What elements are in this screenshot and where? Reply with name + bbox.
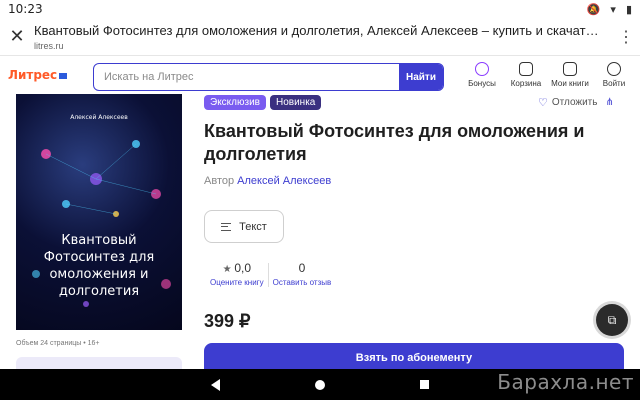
text-format-icon (221, 222, 232, 231)
status-icons: 🔕 ▾ ▮ (587, 3, 632, 16)
book-icon (563, 62, 577, 76)
nav-my-books[interactable]: Мои книги (548, 62, 592, 88)
format-text-button[interactable]: Текст (204, 210, 284, 243)
badge-new: Новинка (269, 95, 322, 110)
search-button[interactable]: Найти (399, 64, 443, 90)
browser-url-bar: ✕ Квантовый Фотосинтез для омоложения и … (0, 18, 640, 56)
browser-domain: litres.ru (34, 40, 64, 51)
recents-icon[interactable] (420, 380, 429, 389)
format-label: Текст (239, 220, 267, 233)
nav-bonuses-label: Бонусы (468, 79, 496, 88)
cover-author: Алексей Алексеев (70, 114, 128, 121)
reviews-caption: Оставить отзыв (272, 278, 332, 287)
mute-icon: 🔕 (586, 3, 601, 16)
author-link[interactable]: Алексей Алексеев (237, 175, 331, 187)
heart-icon: ♡ (538, 97, 548, 109)
cart-icon (519, 62, 533, 76)
nav-cart-label: Корзина (510, 79, 542, 88)
browser-title-block[interactable]: Квантовый Фотосинтез для омоложения и до… (34, 23, 604, 51)
rating-value: 0,0 (234, 261, 252, 275)
floating-action-button[interactable]: ⧉ (596, 304, 628, 336)
book-meta: Объем 24 страницы • 16+ (16, 340, 100, 347)
nav-cart[interactable]: Корзина (504, 62, 548, 88)
nav-login[interactable]: Войти (592, 62, 636, 88)
rating-divider (267, 263, 269, 287)
defer-label: Отложить (551, 97, 598, 108)
leave-review[interactable]: 0 Оставить отзыв (273, 261, 332, 287)
author-prefix: Автор (204, 175, 235, 187)
author-line: Автор Алексей Алексеев (204, 175, 331, 187)
star-icon: ★ (222, 264, 235, 275)
close-icon[interactable]: ✕ (0, 26, 34, 47)
nav-bonuses[interactable]: Бонусы (460, 62, 504, 88)
header-nav: Бонусы Корзина Мои книги Войти (460, 62, 636, 88)
bonus-icon (475, 62, 489, 76)
logo-text: Литрес (8, 68, 58, 82)
rating-block: ★ 0,0 Оцените книгу 0 Оставить отзыв (210, 261, 331, 287)
more-options-icon[interactable]: ⋮ (612, 27, 640, 47)
user-icon (607, 62, 621, 76)
nav-login-label: Войти (602, 79, 626, 88)
browser-page-title: Квантовый Фотосинтез для омоложения и до… (34, 22, 604, 38)
search-input[interactable] (94, 71, 399, 83)
search-box: Найти (93, 63, 444, 91)
book-title: Квантовый Фотосинтез для омоложения и до… (204, 121, 585, 164)
badge-exclusive: Эксклюзив (204, 95, 266, 110)
status-bar: 10:23 🔕 ▾ ▮ (0, 0, 640, 18)
home-icon[interactable] (315, 379, 325, 390)
litres-logo[interactable]: Литрес (8, 68, 68, 82)
book-cover[interactable]: Алексей Алексеев Квантовый Фотосинтез дл… (16, 94, 182, 330)
defer-button[interactable]: ♡ Отложить ⋔ (538, 96, 614, 109)
logo-flag-icon (59, 72, 68, 79)
reviews-value: 0 (298, 261, 306, 275)
price: 399 ₽ (204, 311, 251, 331)
cover-title: Квантовый Фотосинтез для омоложения и до… (43, 233, 155, 299)
share-icon[interactable]: ⋔ (605, 97, 613, 108)
rating-caption: Оцените книгу (210, 278, 264, 287)
site-header: Литрес Найти Бонусы Корзина Мои книги Во… (0, 56, 640, 96)
status-time: 10:23 (8, 2, 43, 16)
nav-my-books-label: Мои книги (551, 79, 589, 88)
rate-book[interactable]: ★ 0,0 Оцените книгу (210, 261, 264, 287)
chat-icon: ⧉ (607, 312, 617, 327)
badges: Эксклюзив Новинка (204, 95, 322, 110)
wifi-icon: ▾ (610, 3, 616, 16)
watermark: Барахла.нет (497, 370, 634, 394)
battery-icon: ▮ (625, 3, 632, 16)
back-icon[interactable] (211, 378, 220, 391)
